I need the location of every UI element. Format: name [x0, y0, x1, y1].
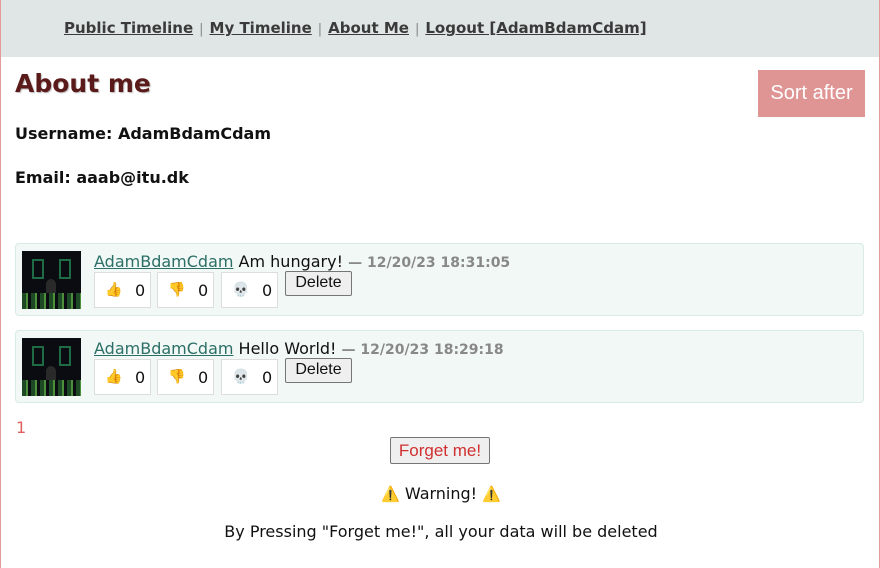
thumbs-up-icon: 👍 — [105, 369, 123, 385]
message-date: — 12/20/23 18:29:18 — [341, 342, 504, 358]
skull-icon: 💀 — [232, 282, 250, 298]
thumbs-up-reaction-button[interactable]: 👍 0 — [94, 272, 151, 308]
skull-icon: 💀 — [232, 369, 250, 385]
message-text: Am hungary! — [238, 252, 344, 271]
avatar — [22, 338, 81, 396]
thumbs-down-icon: 👎 — [168, 282, 186, 298]
reaction-count: 0 — [262, 281, 273, 300]
forget-me-button[interactable]: Forget me! — [390, 437, 490, 464]
page-title: About me — [15, 69, 151, 98]
reaction-count: 0 — [198, 368, 209, 387]
reaction-count: 0 — [135, 281, 146, 300]
warning-text: By Pressing "Forget me!", all your data … — [224, 522, 658, 541]
message-author-link[interactable]: AdamBdamCdam — [94, 339, 233, 358]
nav-link-logout[interactable]: Logout [AdamBdamCdam] — [425, 19, 646, 37]
navbar: Public Timeline | My Timeline | About Me | Log… — [1, 0, 879, 57]
thumbs-up-icon: 👍 — [105, 282, 123, 298]
pagination-page-number[interactable]: 1 — [16, 418, 26, 437]
avatar — [22, 251, 81, 309]
nav-link-about-me[interactable]: About Me — [328, 19, 409, 37]
message-item: AdamBdamCdam Hello World! — 12/20/23 18:… — [15, 330, 864, 403]
warning-icon: ⚠️ — [482, 485, 501, 503]
message-author-link[interactable]: AdamBdamCdam — [94, 252, 233, 271]
thumbs-up-reaction-button[interactable]: 👍 0 — [94, 359, 151, 395]
message-text: Hello World! — [238, 339, 337, 358]
nav-separator: | — [317, 22, 323, 37]
delete-button[interactable]: Delete — [285, 358, 352, 383]
message-line: AdamBdamCdam Hello World! — 12/20/23 18:… — [94, 339, 504, 358]
email-info: Email: aaab@itu.dk — [15, 168, 189, 187]
nav-links: Public Timeline | My Timeline | About Me | Log… — [64, 19, 647, 37]
skull-reaction-button[interactable]: 💀 0 — [221, 359, 278, 395]
thumbs-down-icon: 👎 — [168, 369, 186, 385]
page: Public Timeline | My Timeline | About Me | Log… — [0, 0, 880, 568]
nav-separator: | — [414, 22, 420, 37]
thumbs-down-reaction-button[interactable]: 👎 0 — [157, 359, 214, 395]
warning-icon: ⚠️ — [381, 485, 400, 503]
reaction-count: 0 — [262, 368, 273, 387]
reaction-count: 0 — [135, 368, 146, 387]
thumbs-down-reaction-button[interactable]: 👎 0 — [157, 272, 214, 308]
nav-separator: | — [199, 22, 204, 37]
skull-reaction-button[interactable]: 💀 0 — [221, 272, 278, 308]
reaction-count: 0 — [198, 281, 209, 300]
warning-heading: ⚠️ Warning! ⚠️ — [1, 484, 880, 503]
nav-link-public-timeline[interactable]: Public Timeline — [64, 19, 193, 37]
warning-title: Warning! — [404, 484, 478, 503]
message-date: — 12/20/23 18:31:05 — [348, 255, 511, 271]
sort-button[interactable]: Sort after — [758, 70, 865, 117]
message-item: AdamBdamCdam Am hungary! — 12/20/23 18:3… — [15, 243, 864, 316]
message-line: AdamBdamCdam Am hungary! — 12/20/23 18:3… — [94, 252, 510, 271]
username-info: Username: AdamBdamCdam — [15, 124, 272, 143]
delete-button[interactable]: Delete — [285, 271, 352, 296]
nav-link-my-timeline[interactable]: My Timeline — [210, 19, 312, 37]
